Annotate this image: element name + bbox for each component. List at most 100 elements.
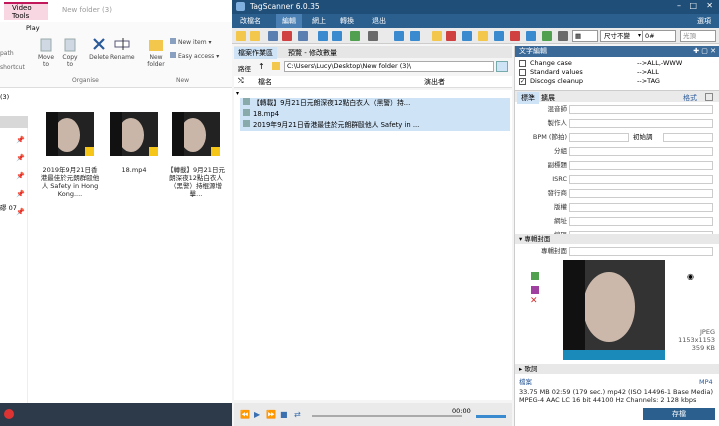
text-edit-row[interactable]: ✓ Discogs cleanup -->TAG [519, 77, 715, 86]
video-thumbnail[interactable] [46, 112, 94, 156]
filter-icon[interactable] [394, 31, 404, 41]
field-input[interactable] [569, 147, 713, 156]
eye-icon[interactable]: ◉ [687, 272, 694, 281]
navigation-pane[interactable]: 📌 📌 📌 📌 📌 磟 07 [0, 116, 28, 403]
field-input[interactable] [569, 217, 713, 226]
minimize-icon[interactable]: – [677, 1, 681, 10]
text-edit-row[interactable]: Standard values -->ALL [519, 68, 715, 77]
grid-icon[interactable] [462, 31, 472, 41]
copy-path-button[interactable]: path [0, 50, 14, 57]
field-input[interactable] [569, 189, 713, 198]
file-row[interactable]: 18.mp4 [240, 109, 510, 120]
text-edit-row[interactable]: Change case -->ALL,-WWW [519, 59, 715, 68]
optional-field[interactable]: 光頂 [680, 30, 716, 42]
playlist-icon[interactable] [478, 31, 488, 41]
view-icon[interactable] [350, 31, 360, 41]
settings-icon[interactable] [558, 31, 568, 41]
sort-icon[interactable] [368, 31, 378, 41]
checkbox-checked[interactable]: ✓ [519, 77, 526, 85]
field-input[interactable] [569, 203, 713, 212]
counter-field[interactable]: 0# [642, 30, 676, 42]
close-icon[interactable]: ✕ [706, 1, 713, 10]
field-input[interactable] [569, 161, 713, 170]
album-cover-image[interactable] [563, 260, 665, 360]
menu-online[interactable]: 網上 [312, 16, 326, 26]
stop-icon[interactable]: ■ [280, 410, 288, 419]
columns-icon[interactable] [410, 31, 420, 41]
file-caption[interactable]: 【轉載】9月21日元朗深夜12點白衣人（黑警）持棍源增擊... [166, 166, 226, 198]
tab-play[interactable]: Play [26, 24, 40, 32]
tab-extended[interactable]: 擴展 [541, 93, 555, 103]
new-folder-button[interactable]: New folder [144, 36, 168, 68]
paste-shortcut-button[interactable]: shortcut [0, 64, 25, 71]
taskbar-app-icon[interactable] [4, 409, 14, 419]
tab-standard[interactable]: 標準 [517, 92, 539, 104]
cover-section-header[interactable]: ▾ 專輯封面 [515, 234, 719, 244]
save-cover-icon[interactable] [531, 286, 539, 294]
checkbox[interactable] [519, 68, 526, 76]
file-row[interactable]: 2019年9月21日香港最佳於元朗群毆他人 Safety in ... [240, 120, 510, 131]
move-down-icon[interactable] [332, 31, 342, 41]
menu-exit[interactable]: 退出 [372, 16, 386, 26]
path-input[interactable]: C:\Users\Lucy\Desktop\New folder (3)\ [284, 61, 494, 72]
volume-slider[interactable] [476, 415, 506, 418]
browse-icon[interactable] [496, 61, 508, 72]
bpm-input[interactable] [569, 133, 629, 142]
move-icon[interactable] [318, 31, 328, 41]
rename-button[interactable]: Rename [110, 36, 135, 61]
tab-file-workspace[interactable]: 檔案作業區 [234, 47, 277, 59]
new-item-button[interactable]: New item ▾ [170, 38, 230, 46]
field-input[interactable] [569, 119, 713, 128]
initial-key-input[interactable] [663, 133, 713, 142]
info-icon[interactable] [494, 31, 504, 41]
delete-button[interactable]: Delete [88, 36, 110, 61]
lyrics-section-header[interactable]: ▸ 歌詞 [515, 364, 719, 374]
copy-to-button[interactable]: Copy to [60, 36, 80, 68]
folder-up-icon[interactable] [250, 31, 260, 41]
shuffle-icon[interactable]: ⤭ [238, 77, 244, 86]
play-icon[interactable]: ▶ [254, 410, 260, 419]
panel-controls-icon[interactable]: ✚ ▢ ✕ [693, 46, 716, 57]
nav-item[interactable]: 磟 07 [0, 202, 17, 212]
column-filename[interactable]: 檔名 [258, 77, 272, 87]
video-thumbnail[interactable] [172, 112, 220, 156]
collapse-icon[interactable]: ▾ [236, 90, 239, 97]
cover-input[interactable] [569, 247, 713, 256]
rewind-icon[interactable]: ⏪ [240, 410, 250, 419]
menu-options[interactable]: 選項 [697, 16, 711, 26]
column-performer[interactable]: 演出者 [424, 77, 445, 87]
resize-toggle[interactable]: ▦ [572, 30, 598, 42]
repeat-icon[interactable]: ⇄ [294, 410, 301, 419]
web-icon[interactable] [542, 31, 552, 41]
select-all-icon[interactable] [268, 31, 278, 41]
menu-edit[interactable]: 編輯 [276, 14, 302, 28]
export-icon[interactable] [432, 31, 442, 41]
forward-icon[interactable]: ⏩ [266, 410, 276, 419]
seek-bar[interactable] [312, 415, 462, 417]
field-input[interactable] [569, 105, 713, 114]
refresh-icon[interactable] [526, 31, 536, 41]
chevron-down-icon[interactable]: ▾ [638, 32, 641, 39]
maximize-icon[interactable]: □ [689, 1, 697, 10]
up-arrow-icon[interactable]: ↑ [258, 62, 265, 71]
format-link[interactable]: 格式 [683, 93, 697, 103]
file-row[interactable]: 【轉載】9月21日元朗深夜12點白衣人（黑警）持... [240, 98, 510, 109]
panel-toggle-icon[interactable] [705, 93, 713, 101]
tab-preview[interactable]: 預覽 - 修改數量 [284, 47, 341, 59]
delete-cover-icon[interactable]: ✕ [530, 296, 538, 306]
menu-rename[interactable]: 改檔名 [240, 16, 261, 26]
easy-access-button[interactable]: Easy access ▾ [170, 52, 230, 60]
move-to-button[interactable]: Move to [36, 36, 56, 68]
open-folder-icon[interactable] [236, 31, 246, 41]
video-thumbnail[interactable] [110, 112, 158, 156]
checkbox[interactable] [519, 59, 526, 67]
menu-convert[interactable]: 轉換 [340, 16, 354, 26]
add-cover-icon[interactable] [531, 272, 539, 280]
list-icon[interactable] [298, 31, 308, 41]
file-caption[interactable]: 18.mp4 [104, 166, 164, 174]
tab-video-tools[interactable]: Video Tools [4, 2, 48, 20]
import-icon[interactable] [446, 31, 456, 41]
delete-tag-icon[interactable] [510, 31, 520, 41]
field-input[interactable] [569, 175, 713, 184]
remove-icon[interactable] [282, 31, 292, 41]
